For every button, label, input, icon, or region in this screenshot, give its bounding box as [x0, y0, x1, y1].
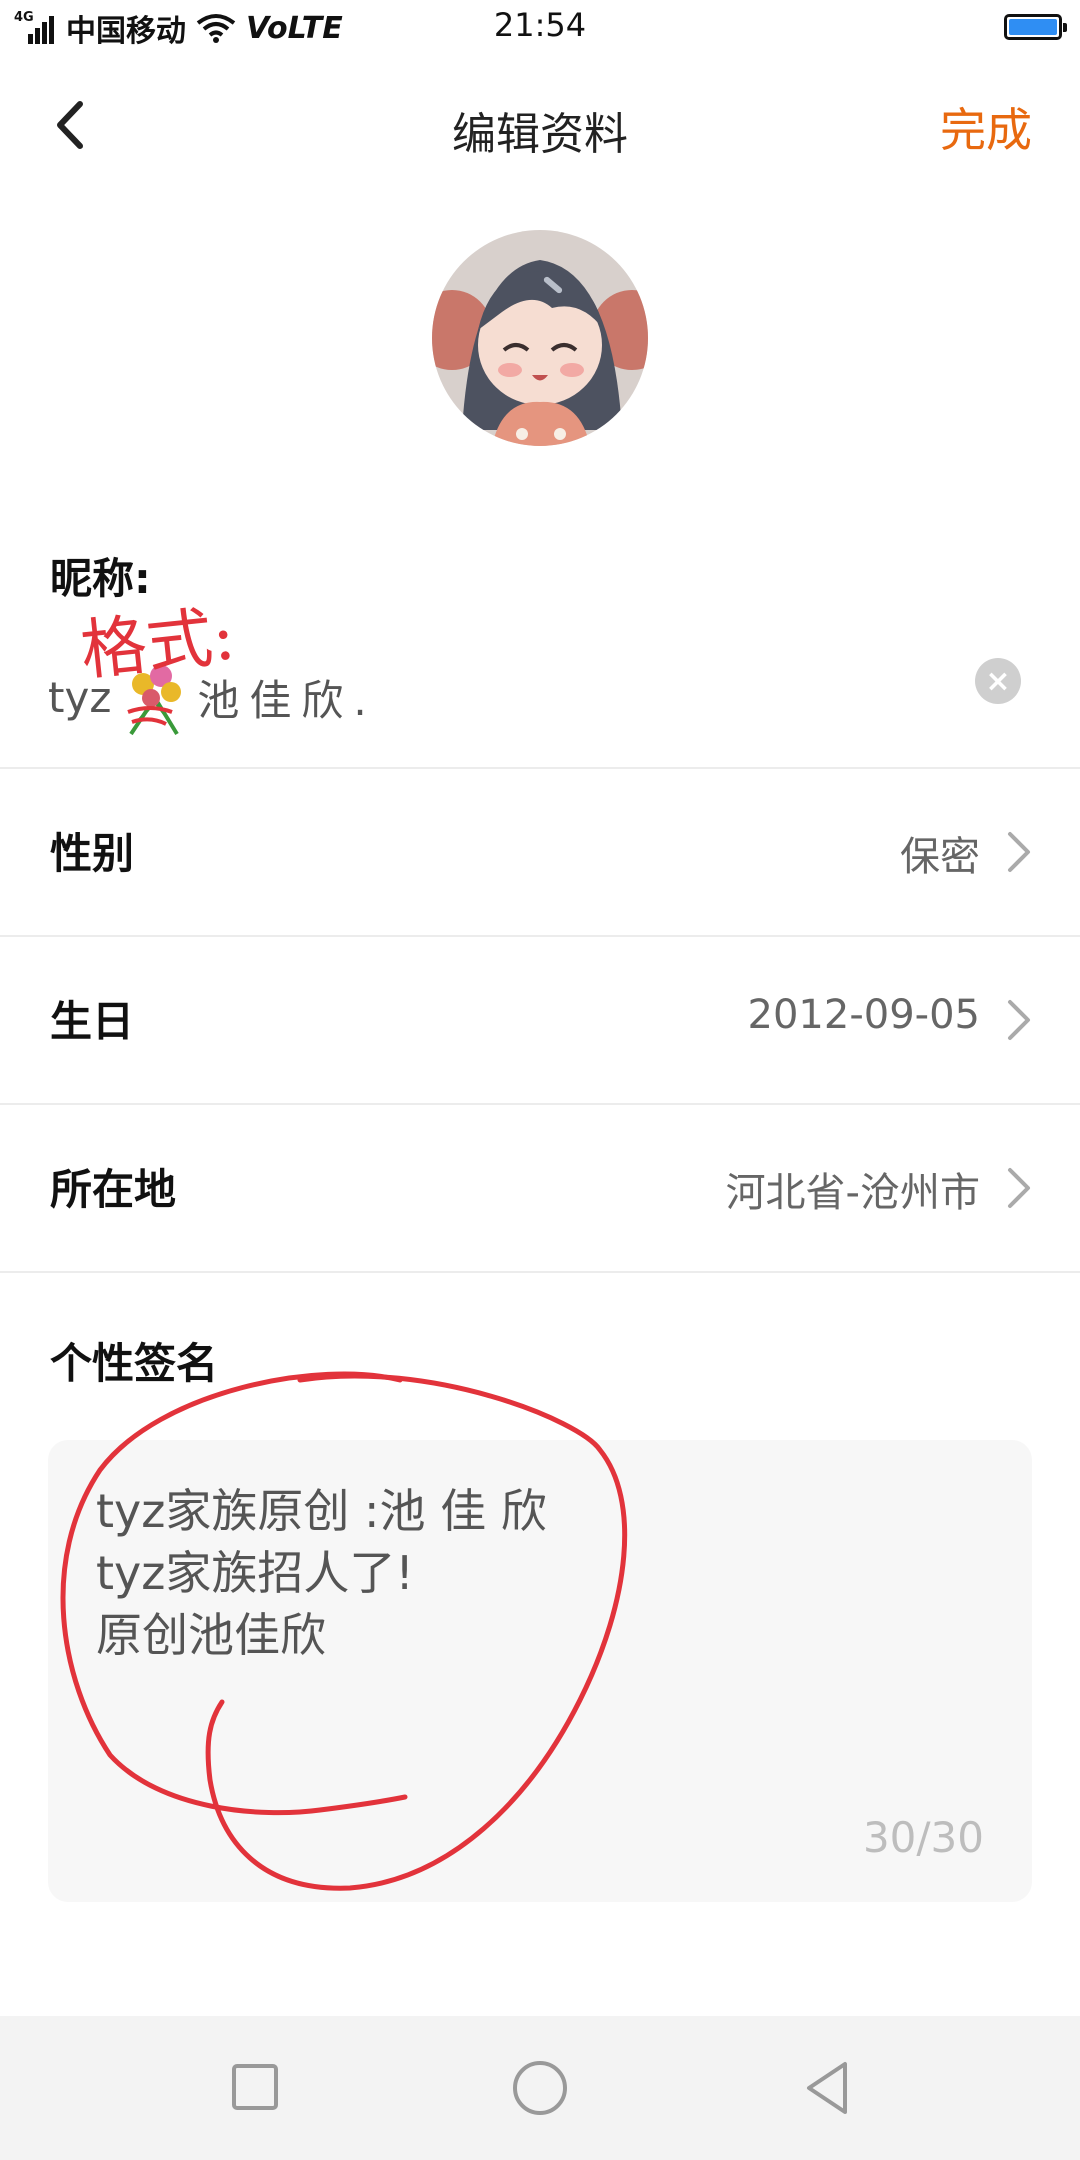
system-nav-bar [0, 2016, 1080, 2160]
row-value: 2012-09-05 [747, 992, 980, 1038]
clock: 21:54 [493, 6, 587, 44]
row-label: 所在地 [50, 1165, 177, 1214]
signature-label: 个性签名 [50, 1339, 219, 1388]
chevron-right-icon [1008, 1168, 1030, 1208]
app-header: 编辑资料 完成 [0, 70, 1080, 180]
handwritten-annotation-text: 格式: [76, 597, 239, 690]
row-label: 生日 [50, 997, 135, 1046]
chevron-right-icon [1008, 1000, 1030, 1040]
row-birthday[interactable]: 生日 2012-09-05 [0, 936, 1080, 1102]
triangle-back-icon[interactable] [795, 2056, 865, 2120]
character-counter: 30/30 [862, 1813, 984, 1862]
avatar-image [432, 230, 648, 446]
row-value: 河北省-沧州市 [725, 1170, 980, 1216]
signature-textarea[interactable]: tyz家族原创 :池 佳 欣 tyz家族招人了! 原创池佳欣 30/30 [48, 1440, 1032, 1902]
chevron-right-icon [1008, 832, 1030, 872]
status-bar: 4G 中国移动 VoLTE 21:54 [0, 0, 1080, 56]
done-button[interactable]: 完成 [940, 94, 1032, 160]
battery-level [1009, 19, 1057, 35]
row-label: 性别 [50, 829, 135, 878]
square-icon[interactable] [220, 2056, 290, 2120]
circle-icon[interactable] [505, 2056, 575, 2120]
divider [0, 1271, 1080, 1273]
battery-icon [1004, 14, 1067, 40]
row-value: 保密 [900, 834, 980, 880]
row-location[interactable]: 所在地 河北省-沧州市 [0, 1104, 1080, 1270]
clear-icon[interactable]: × [975, 658, 1021, 704]
signature-text: tyz家族原创 :池 佳 欣 tyz家族招人了! 原创池佳欣 [96, 1484, 547, 1662]
avatar[interactable] [432, 230, 648, 446]
page-title: 编辑资料 [452, 109, 628, 160]
row-gender[interactable]: 性别 保密 [0, 768, 1080, 934]
